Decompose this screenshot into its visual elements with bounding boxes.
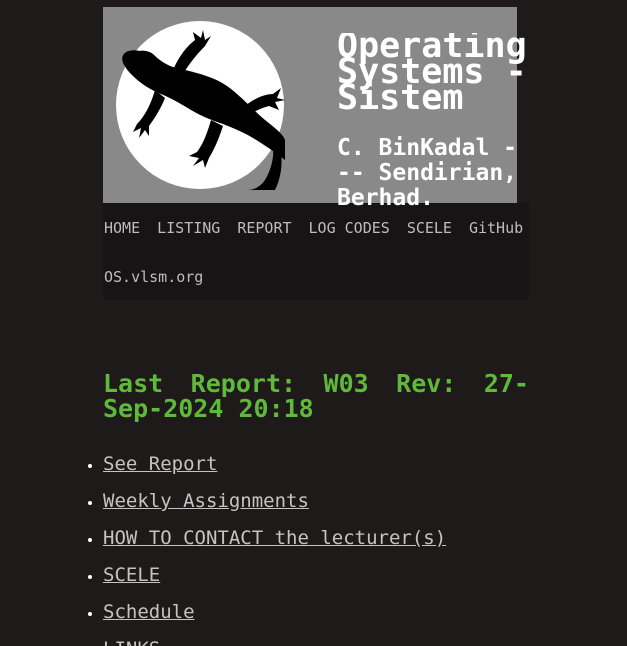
list-item: See Report [103, 452, 446, 477]
nav-item-github[interactable]: GitHub [469, 218, 523, 238]
list-item: Schedule [103, 600, 446, 625]
weekly-assignments-link[interactable]: Weekly Assignments [103, 490, 309, 512]
nav-row: HOME LISTING REPORT LOG CODES SCELE GitH… [104, 218, 523, 238]
list-item: HOW TO CONTACT the lecturer(s) [103, 526, 446, 551]
site-header: Operating Systems - Sistem C. BinKadal -… [103, 7, 527, 211]
nav-item-report[interactable]: REPORT [237, 218, 291, 238]
nav-item-listing[interactable]: LISTING [157, 218, 220, 238]
site-subtitle: C. BinKadal --- Sendirian, Berhad. [337, 135, 518, 211]
page: Operating Systems - Sistem C. BinKadal -… [0, 0, 627, 646]
see-report-link[interactable]: See Report [103, 453, 217, 475]
list-item: Weekly Assignments [103, 489, 446, 514]
nav-item-log-codes[interactable]: LOG CODES [309, 218, 390, 238]
main-nav: HOME LISTING REPORT LOG CODES SCELE GitH… [103, 203, 529, 300]
site-title: Operating Systems - Sistem [337, 33, 527, 111]
nav-row-2: OS.vlsm.org [104, 267, 203, 287]
scele-link[interactable]: SCELE [103, 564, 160, 586]
nav-item-scele[interactable]: SCELE [407, 218, 452, 238]
list-item: SCELE [103, 563, 446, 588]
gecko-logo-icon[interactable] [115, 20, 285, 190]
nav-item-home[interactable]: HOME [104, 218, 140, 238]
schedule-link[interactable]: Schedule [103, 601, 195, 623]
report-heading: Last Report: W03 Rev: 27-Sep-2024 20:18 [103, 369, 529, 423]
links-list: See Report Weekly Assignments HOW TO CON… [65, 452, 446, 646]
contact-lecturer-link[interactable]: HOW TO CONTACT the lecturer(s) [103, 527, 446, 549]
list-item: LINKS [103, 637, 446, 646]
links-link[interactable]: LINKS [103, 638, 160, 646]
nav-item-site-link[interactable]: OS.vlsm.org [104, 268, 203, 286]
